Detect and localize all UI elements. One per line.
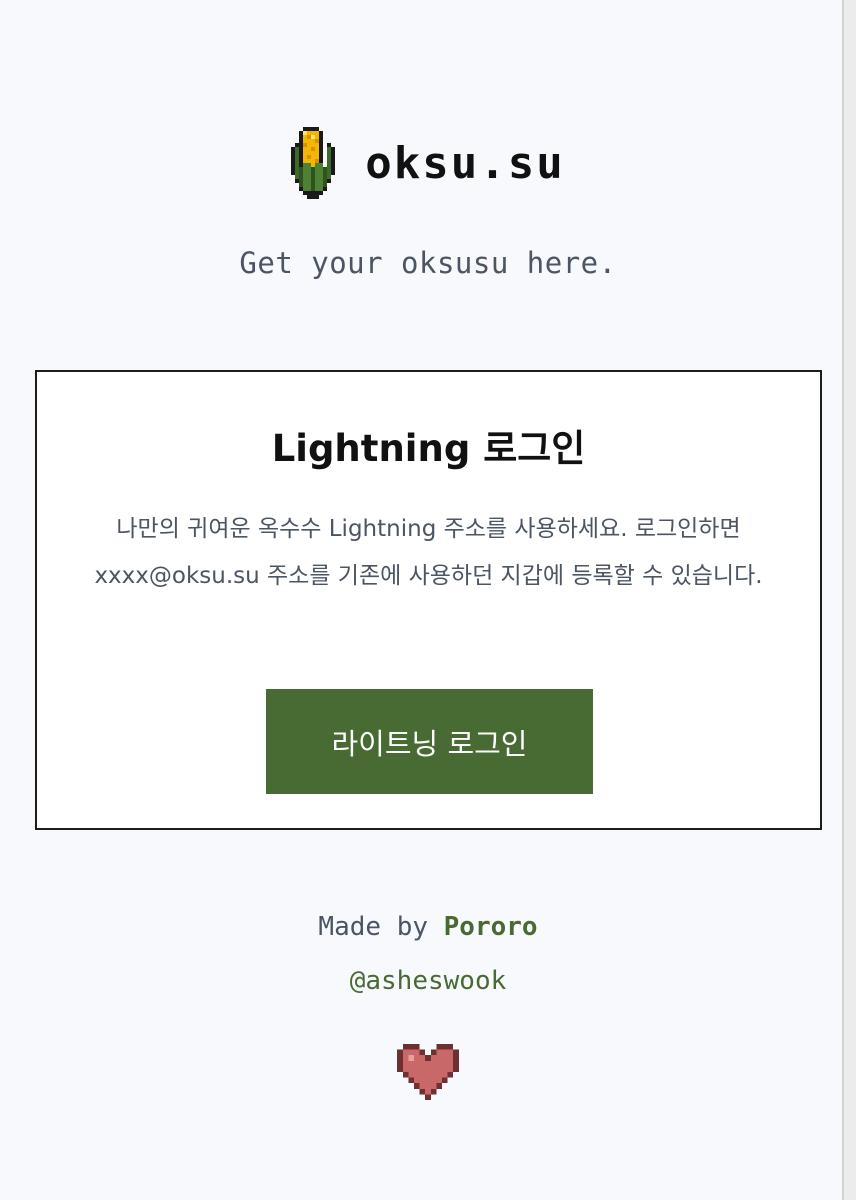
brand-header: oksu.su	[0, 126, 856, 200]
card-description: 나만의 귀여운 옥수수 Lightning 주소를 사용하세요. 로그인하면 x…	[94, 516, 763, 589]
heart-container	[0, 1044, 856, 1100]
made-by-credit: Made by Pororo	[0, 912, 856, 942]
tagline: Get your oksusu here.	[239, 246, 617, 280]
page-scrollbar[interactable]	[842, 0, 856, 1200]
lightning-login-button[interactable]: 라이트닝 로그인	[266, 689, 593, 794]
brand-name: oksu.su	[365, 137, 565, 189]
login-card: Lightning 로그인 나만의 귀여운 옥수수 Lightning 주소를 …	[35, 370, 822, 830]
page: oksu.su Get your oksusu here. Lightning …	[0, 0, 842, 1200]
twitter-handle-link[interactable]: @asheswook	[0, 966, 856, 996]
made-by-prefix: Made by	[318, 912, 444, 942]
corn-icon	[291, 127, 336, 199]
heart-icon	[397, 1044, 459, 1100]
author-link[interactable]: Pororo	[444, 912, 538, 942]
card-title: Lightning 로그인	[271, 427, 586, 470]
